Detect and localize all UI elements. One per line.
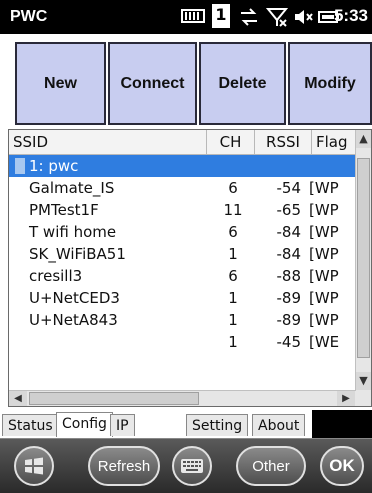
- app-title: PWC: [10, 8, 48, 25]
- cell-ssid: U+NetA843: [29, 311, 118, 329]
- cell-flags: [WP: [309, 267, 339, 285]
- battery-level-icon: [180, 6, 206, 28]
- cell-flags: [WP: [309, 201, 339, 219]
- cell-ssid: 1: pwc: [29, 157, 79, 175]
- table-row[interactable]: SK_WiFiBA51 1 -84 [WP: [9, 243, 356, 265]
- table-row[interactable]: cresill3 6 -88 [WP: [9, 265, 356, 287]
- notification-count-icon[interactable]: 1: [212, 4, 230, 28]
- cell-ch: 6: [228, 267, 238, 285]
- ok-softkey[interactable]: OK: [320, 446, 364, 486]
- vertical-scroll-thumb[interactable]: [357, 158, 370, 358]
- connect-button[interactable]: Connect: [108, 42, 197, 125]
- tab-about[interactable]: About: [252, 414, 306, 436]
- horizontal-scroll-thumb[interactable]: [29, 392, 199, 405]
- column-header-ch[interactable]: CH: [207, 130, 255, 154]
- tab-setting[interactable]: Setting: [186, 414, 249, 436]
- windows-flag-icon: [25, 457, 43, 475]
- keyboard-button[interactable]: [172, 446, 212, 486]
- cell-flags: [WP: [309, 223, 339, 241]
- cell-ch: 11: [223, 201, 243, 219]
- tab-config[interactable]: Config: [56, 412, 113, 437]
- volume-muted-icon[interactable]: [292, 6, 314, 28]
- refresh-softkey[interactable]: Refresh: [88, 446, 160, 486]
- cell-ch: 1: [228, 245, 238, 263]
- data-transfer-icon: [238, 6, 260, 28]
- selection-marker: [15, 158, 25, 174]
- cell-ssid: T wifi home: [29, 223, 117, 241]
- cell-ssid: Galmate_IS: [29, 179, 115, 197]
- delete-button[interactable]: Delete: [199, 42, 286, 125]
- cell-rssi: -89: [276, 311, 302, 329]
- cell-flags: [WP: [309, 311, 339, 329]
- tab-status[interactable]: Status: [2, 414, 59, 436]
- cell-ch: 6: [228, 223, 238, 241]
- cell-rssi: -84: [276, 223, 302, 241]
- cell-flags: [WP: [309, 179, 339, 197]
- cell-flags: [WP: [309, 289, 339, 307]
- new-button[interactable]: New: [15, 42, 106, 125]
- horizontal-scrollbar[interactable]: ◀ ▶: [9, 390, 356, 406]
- windows-start-button[interactable]: [14, 446, 54, 486]
- table-row[interactable]: 1 -45 [WE: [9, 331, 356, 353]
- softkey-bar: Refresh Other OK: [0, 439, 372, 493]
- cell-rssi: -65: [276, 201, 302, 219]
- scroll-down-icon[interactable]: ▼: [356, 372, 371, 390]
- cell-flags: [WE: [309, 333, 340, 351]
- cell-rssi: -89: [276, 289, 302, 307]
- status-bar: PWC 1 5:33: [0, 0, 372, 34]
- cell-ch: 1: [228, 333, 238, 351]
- signal-off-icon: [265, 6, 289, 28]
- tab-strip: Status Config IP Setting About: [0, 410, 372, 439]
- scroll-right-icon[interactable]: ▶: [337, 391, 355, 406]
- cell-ch: 6: [228, 179, 238, 197]
- ssid-table[interactable]: SSID CH RSSI Flag 1: pwc Galmate_IS 6 -5…: [8, 129, 372, 407]
- cell-flags: [WP: [309, 245, 339, 263]
- cell-ssid: SK_WiFiBA51: [29, 245, 126, 263]
- cell-rssi: -54: [276, 179, 302, 197]
- column-header-ssid[interactable]: SSID: [9, 130, 207, 154]
- keyboard-icon: [181, 459, 203, 473]
- other-softkey[interactable]: Other: [236, 446, 306, 486]
- table-row[interactable]: PMTest1F 11 -65 [WP: [9, 199, 356, 221]
- cell-ch: 1: [228, 311, 238, 329]
- table-header: SSID CH RSSI Flag: [9, 130, 371, 155]
- table-row[interactable]: Galmate_IS 6 -54 [WP: [9, 177, 356, 199]
- table-row[interactable]: 1: pwc: [9, 155, 356, 177]
- cell-rssi: -45: [276, 333, 302, 351]
- cell-rssi: -84: [276, 245, 302, 263]
- scroll-left-icon[interactable]: ◀: [9, 391, 27, 406]
- cell-rssi: -88: [276, 267, 302, 285]
- cell-ssid: PMTest1F: [29, 201, 99, 219]
- column-header-flags[interactable]: Flag: [312, 130, 356, 154]
- table-row[interactable]: T wifi home 6 -84 [WP: [9, 221, 356, 243]
- table-body: 1: pwc Galmate_IS 6 -54 [WP PMTest1F 11 …: [9, 155, 356, 353]
- modify-button[interactable]: Modify: [288, 42, 372, 125]
- vertical-scrollbar[interactable]: ▲ ▼: [355, 130, 371, 406]
- cell-ssid: cresill3: [29, 267, 83, 285]
- column-header-rssi[interactable]: RSSI: [255, 130, 312, 154]
- tab-ip[interactable]: IP: [110, 414, 135, 436]
- clock[interactable]: 5:33: [334, 6, 368, 26]
- table-row[interactable]: U+NetA843 1 -89 [WP: [9, 309, 356, 331]
- scroll-up-icon[interactable]: ▲: [356, 130, 371, 148]
- toolbar: New Connect Delete Modify: [0, 34, 372, 125]
- table-row[interactable]: U+NetCED3 1 -89 [WP: [9, 287, 356, 309]
- cell-ssid: U+NetCED3: [29, 289, 120, 307]
- cell-ch: 1: [228, 289, 238, 307]
- tab-strip-filler: [312, 410, 372, 438]
